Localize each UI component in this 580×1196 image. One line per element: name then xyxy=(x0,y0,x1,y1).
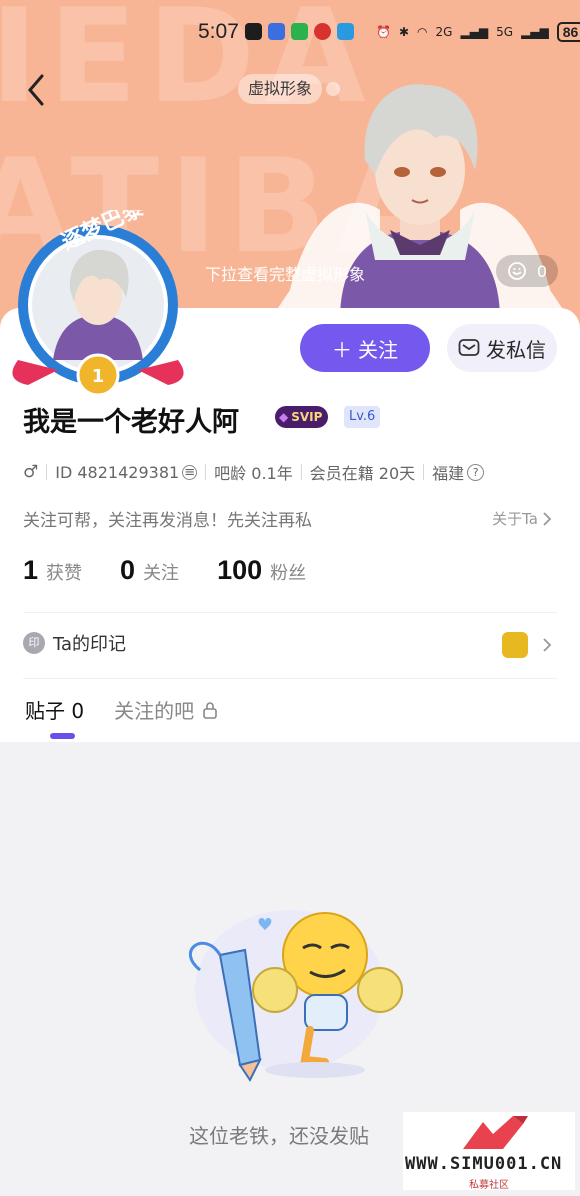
separator xyxy=(205,464,207,480)
app-icon xyxy=(314,23,331,40)
stats-row: 1 获赞 0 关注 100 粉丝 xyxy=(23,555,344,586)
tieba-icon xyxy=(268,23,285,40)
about-link[interactable]: 关于Ta xyxy=(492,508,552,529)
plus-icon: ＋ xyxy=(332,337,352,362)
fans-count: 100 xyxy=(217,555,263,585)
avatar-frame: 1 逐梦巴黎 xyxy=(12,195,184,397)
location: 福建 xyxy=(432,464,465,483)
about-label: 关于Ta xyxy=(492,510,538,528)
user-id: ID 4821429381 xyxy=(55,462,180,482)
empty-state-illustration xyxy=(188,910,403,1082)
imprint-medal-icon xyxy=(502,632,528,658)
user-bio: 关注可帮，关注再发消息！先关注再私 xyxy=(23,511,312,531)
user-avatar[interactable]: 1 逐梦巴黎 xyxy=(8,195,188,400)
qq-icon xyxy=(245,23,262,40)
chevron-left-icon xyxy=(28,74,44,106)
alarm-icon: ⏰ xyxy=(376,25,391,39)
follow-label: 关注 xyxy=(358,337,398,362)
diamond-icon: ◆ xyxy=(279,410,289,424)
back-button[interactable] xyxy=(22,72,52,108)
stat-likes[interactable]: 1 获赞 xyxy=(23,555,82,586)
level-badge[interactable]: Lv.6 xyxy=(344,406,381,428)
watermark-logo xyxy=(463,1116,528,1149)
likes-count: 1 xyxy=(23,555,39,585)
imprint-row[interactable]: 印 Ta的印记 xyxy=(23,630,126,656)
send-message-button[interactable]: 发私信 xyxy=(447,324,557,372)
chevron-right-icon xyxy=(543,638,552,652)
separator xyxy=(300,464,302,480)
wechat-icon xyxy=(291,23,308,40)
chevron-right-icon xyxy=(543,511,552,526)
signal-bars-icon: ▂▄▆ xyxy=(521,25,549,39)
browser-icon xyxy=(337,23,354,40)
svip-label: SVIP xyxy=(291,410,323,424)
medal-number: 1 xyxy=(92,366,105,387)
tieba-age: 吧龄 0.1年 xyxy=(214,464,293,483)
bluetooth-icon: ✱ xyxy=(398,25,410,39)
wifi-icon: ◠ xyxy=(417,25,428,39)
stat-fans[interactable]: 100 粉丝 xyxy=(217,555,306,586)
follow-button[interactable]: ＋ 关注 xyxy=(300,324,430,372)
avatar-like-button[interactable]: 0 xyxy=(496,255,558,287)
signal-bars-icon: ▂▄▆ xyxy=(460,25,489,39)
tab-followed-bars-label: 关注的吧 xyxy=(114,699,195,723)
watermark-url: WWW.SIMU001.CN xyxy=(405,1154,563,1174)
notification-icons xyxy=(245,23,354,40)
watermark: WWW.SIMU001.CN 私募社区 xyxy=(403,1112,575,1191)
status-time: 5:07 xyxy=(198,20,239,43)
likes-label: 获赞 xyxy=(46,563,83,584)
following-count: 0 xyxy=(120,555,136,585)
copy-icon[interactable]: ≡ xyxy=(182,464,198,480)
like-count: 0 xyxy=(536,261,548,281)
profile-meta: ♂ ID 4821429381 ≡ 吧龄 0.1年 会员在籍 20天 福建 ? xyxy=(23,460,485,484)
vip-duration: 会员在籍 20天 xyxy=(309,464,416,483)
message-label: 发私信 xyxy=(486,337,546,362)
empty-state-text: 这位老铁，还没发贴 xyxy=(189,1124,369,1148)
system-icons: ⏰ ✱ ◠ 2G ▂▄▆ 5G ▂▄▆ 86 xyxy=(376,22,580,42)
svip-badge[interactable]: ◆ SVIP xyxy=(275,406,329,428)
fans-label: 粉丝 xyxy=(270,563,307,584)
separator xyxy=(423,464,425,480)
indicator-dot xyxy=(326,82,340,96)
imprint-arrow[interactable] xyxy=(502,632,552,658)
male-icon: ♂ xyxy=(23,462,39,482)
tab-followed-bars[interactable]: 关注的吧 xyxy=(114,695,218,724)
signal-5g-label: 5G xyxy=(496,25,514,39)
active-tab-indicator xyxy=(50,733,75,739)
imprint-badge-icon: 印 xyxy=(23,632,45,654)
question-icon[interactable]: ? xyxy=(467,463,485,481)
username: 我是一个老好人阿 xyxy=(23,407,239,438)
mail-icon xyxy=(458,339,480,356)
virtual-image-tag[interactable]: 虚拟形象 xyxy=(238,74,323,104)
tab-posts[interactable]: 贴子 0 xyxy=(25,695,84,724)
content-tabs: 贴子 0 关注的吧 xyxy=(25,695,218,724)
divider xyxy=(23,612,557,613)
separator xyxy=(46,464,48,480)
stat-following[interactable]: 0 关注 xyxy=(120,555,179,586)
divider xyxy=(23,678,557,679)
pull-down-hint: 下拉查看完整虚拟形象 xyxy=(205,265,366,284)
battery-icon: 86 xyxy=(556,22,580,42)
signal-2g-label: 2G xyxy=(435,25,453,39)
following-label: 关注 xyxy=(143,563,180,584)
status-bar: 5:07 ⏰ ✱ ◠ 2G ▂▄▆ 5G ▂▄▆ 86 xyxy=(0,18,580,52)
smile-icon xyxy=(508,262,526,280)
lock-icon xyxy=(203,701,217,719)
watermark-subtitle: 私募社区 xyxy=(469,1180,509,1191)
imprint-label: Ta的印记 xyxy=(53,634,127,655)
